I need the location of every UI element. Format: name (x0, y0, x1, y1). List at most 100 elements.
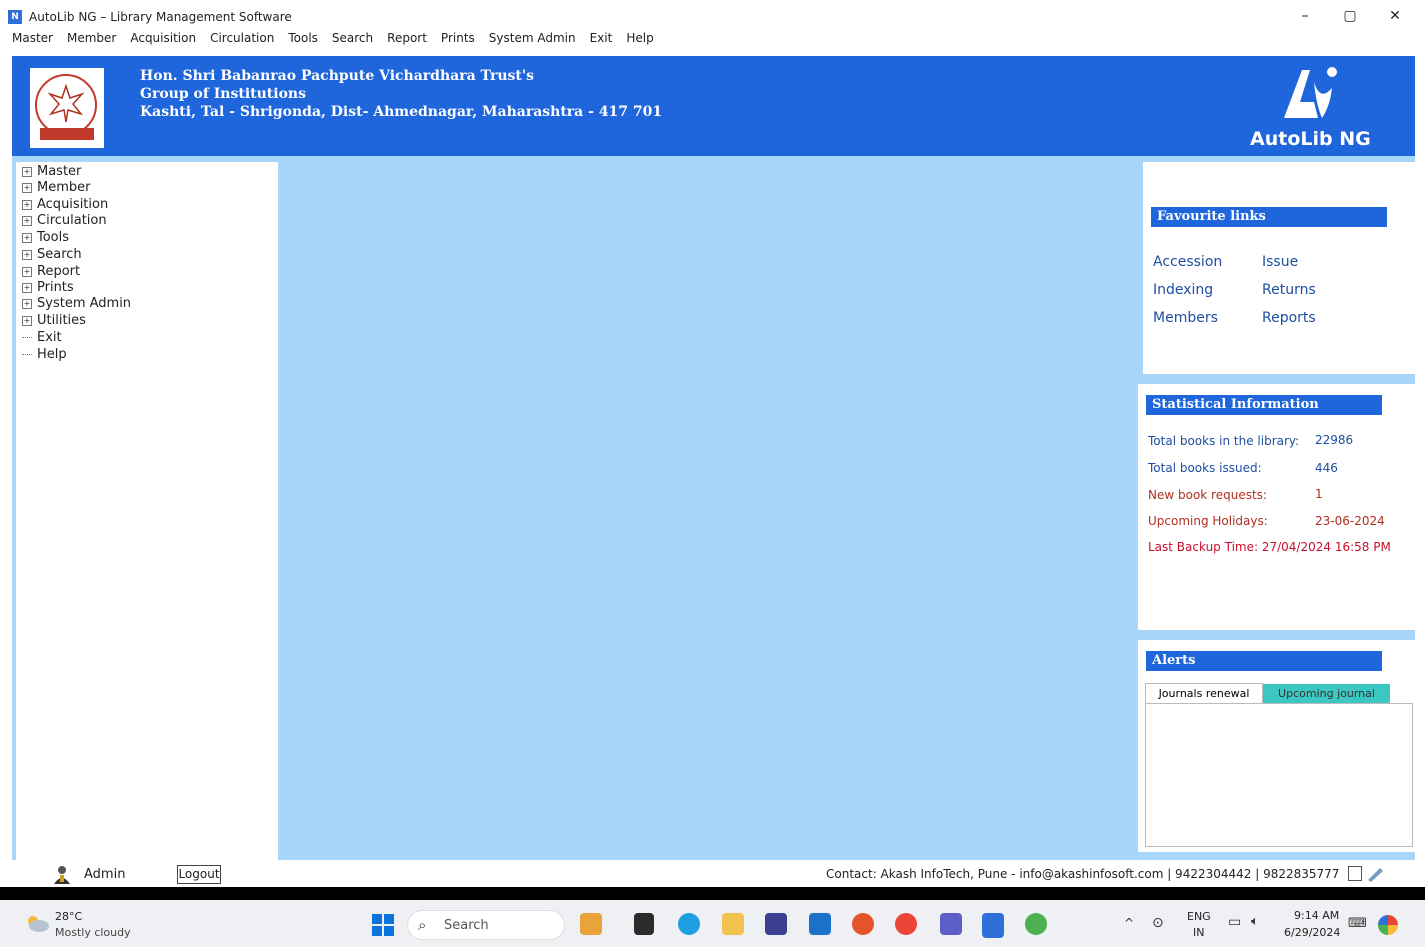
expand-icon[interactable]: + (22, 316, 32, 326)
tree-item-utilities[interactable]: + Utilities (22, 313, 86, 329)
stat-value-book-requests: 1 (1315, 487, 1323, 501)
mail-icon[interactable] (809, 913, 831, 935)
user-icon (52, 864, 72, 884)
keyboard-icon[interactable]: ⌨︎ (1348, 916, 1367, 931)
tree-item-search[interactable]: + Search (22, 247, 82, 263)
tree-item-member[interactable]: + Member (22, 180, 90, 196)
firefox-icon[interactable] (852, 913, 874, 935)
institution-header: Hon. Shri Babanrao Pachpute Vichardhara … (12, 56, 1415, 156)
link-returns[interactable]: Returns (1262, 282, 1316, 298)
copilot-icon[interactable] (580, 913, 602, 935)
link-accession[interactable]: Accession (1153, 254, 1222, 270)
alerts-list (1145, 703, 1413, 847)
tree-item-prints[interactable]: + Prints (22, 280, 74, 296)
expand-icon[interactable]: + (22, 200, 32, 210)
expand-icon[interactable]: + (22, 216, 32, 226)
stat-label-books-issued: Total books issued: (1148, 461, 1262, 475)
tree-item-exit[interactable]: Exit (22, 330, 62, 346)
trust-name: Hon. Shri Babanrao Pachpute Vichardhara … (140, 68, 535, 84)
autolib-taskbar-icon[interactable] (982, 913, 1004, 938)
menu-exit[interactable]: Exit (590, 28, 620, 48)
stat-value-books-issued: 446 (1315, 461, 1338, 475)
link-reports[interactable]: Reports (1262, 310, 1316, 326)
brand-name: AutoLib NG (1250, 128, 1371, 150)
windows-taskbar: 28°C Mostly cloudy ⌕ Search ^ ⊙ ENG IN ▭… (0, 900, 1425, 947)
weather-cloud-icon[interactable] (24, 914, 50, 932)
taskbar-search-box[interactable]: ⌕ Search (407, 910, 565, 940)
menu-search[interactable]: Search (332, 28, 380, 48)
menu-system-admin[interactable]: System Admin (489, 28, 583, 48)
link-issue[interactable]: Issue (1262, 254, 1298, 270)
stat-value-total-books: 22986 (1315, 433, 1354, 447)
tree-item-system-admin[interactable]: + System Admin (22, 296, 131, 312)
expand-icon[interactable]: + (22, 233, 32, 243)
autolib-logo-icon (1274, 62, 1344, 124)
institution-name: Group of Institutions (140, 86, 306, 102)
window-title: AutoLib NG – Library Management Software (29, 10, 292, 24)
tree-item-acquisition[interactable]: + Acquisition (22, 197, 108, 213)
logout-button[interactable]: Logout (177, 865, 221, 884)
institution-address: Kashti, Tal - Shrigonda, Dist- Ahmednaga… (140, 104, 663, 120)
menu-prints[interactable]: Prints (441, 28, 482, 48)
menu-master[interactable]: Master (12, 28, 60, 48)
tree-item-help[interactable]: Help (22, 347, 67, 363)
windows-start-icon[interactable] (372, 914, 394, 936)
teams-icon[interactable] (940, 913, 962, 935)
clock-time[interactable]: 9:14 AM (1294, 909, 1339, 922)
expand-icon[interactable]: + (22, 299, 32, 309)
menu-bar: Master Member Acquisition Circulation To… (0, 28, 1425, 48)
contact-info: Contact: Akash InfoTech, Pune - info@aka… (826, 867, 1340, 881)
calculator-icon[interactable] (1348, 866, 1362, 881)
volume-icon[interactable]: 🔈︎ (1251, 914, 1259, 929)
expand-icon[interactable]: + (22, 167, 32, 177)
institution-logo (30, 68, 104, 148)
favourite-links-panel: Favourite links Accession Indexing Membe… (1143, 162, 1415, 374)
logo-banner (40, 128, 94, 140)
tree-item-tools[interactable]: + Tools (22, 230, 69, 246)
expand-icon[interactable]: + (22, 183, 32, 193)
menu-help[interactable]: Help (626, 28, 660, 48)
stat-label-holidays: Upcoming Holidays: (1148, 514, 1268, 528)
expand-icon[interactable]: + (22, 250, 32, 260)
app-icon[interactable] (1025, 913, 1047, 935)
navigation-tree: + Master + Member + Acquisition + Circulatio… (16, 162, 278, 860)
tab-journals-renewal[interactable]: Journals renewal (1145, 683, 1263, 703)
link-members[interactable]: Members (1153, 310, 1218, 326)
chrome-icon[interactable] (895, 913, 917, 935)
link-indexing[interactable]: Indexing (1153, 282, 1213, 298)
store-icon[interactable] (765, 913, 787, 935)
menu-tools[interactable]: Tools (288, 28, 325, 48)
region-code[interactable]: IN (1193, 926, 1204, 939)
chevron-up-icon[interactable]: ^ (1124, 916, 1134, 930)
menu-member[interactable]: Member (67, 28, 123, 48)
weather-description[interactable]: Mostly cloudy (55, 926, 131, 939)
stat-value-holidays: 23-06-2024 (1315, 514, 1385, 528)
taskbar-search-label: Search (444, 918, 489, 933)
stat-label-total-books: Total books in the library: (1148, 434, 1300, 448)
minimize-button[interactable]: – (1290, 6, 1320, 26)
clock-date[interactable]: 6/29/2024 (1284, 926, 1340, 939)
edit-icon[interactable] (1366, 866, 1384, 882)
menu-acquisition[interactable]: Acquisition (130, 28, 203, 48)
menu-circulation[interactable]: Circulation (210, 28, 281, 48)
language-code[interactable]: ENG (1187, 910, 1211, 923)
maximize-button[interactable]: ▢ (1335, 6, 1365, 26)
tree-item-report[interactable]: + Report (22, 264, 80, 280)
expand-icon[interactable]: + (22, 283, 32, 293)
network-icon[interactable]: ⊙ (1152, 915, 1164, 931)
copilot-tray-icon[interactable] (1378, 915, 1398, 935)
expand-icon[interactable]: + (22, 267, 32, 277)
search-icon: ⌕ (418, 916, 427, 934)
tab-upcoming-journal[interactable]: Upcoming journal (1263, 684, 1390, 704)
edge-icon[interactable] (678, 913, 700, 935)
task-view-icon[interactable] (634, 913, 654, 935)
file-explorer-icon[interactable] (722, 913, 744, 935)
statistics-panel: Statistical Information Total books in t… (1138, 384, 1420, 630)
tree-item-circulation[interactable]: + Circulation (22, 213, 107, 229)
menu-report[interactable]: Report (387, 28, 434, 48)
tree-item-master[interactable]: + Master (22, 164, 81, 180)
weather-temperature[interactable]: 28°C (55, 910, 82, 923)
display-icon[interactable]: ▭ (1228, 914, 1241, 930)
close-button[interactable]: ✕ (1380, 6, 1410, 26)
autolib-icon: N (8, 10, 22, 24)
